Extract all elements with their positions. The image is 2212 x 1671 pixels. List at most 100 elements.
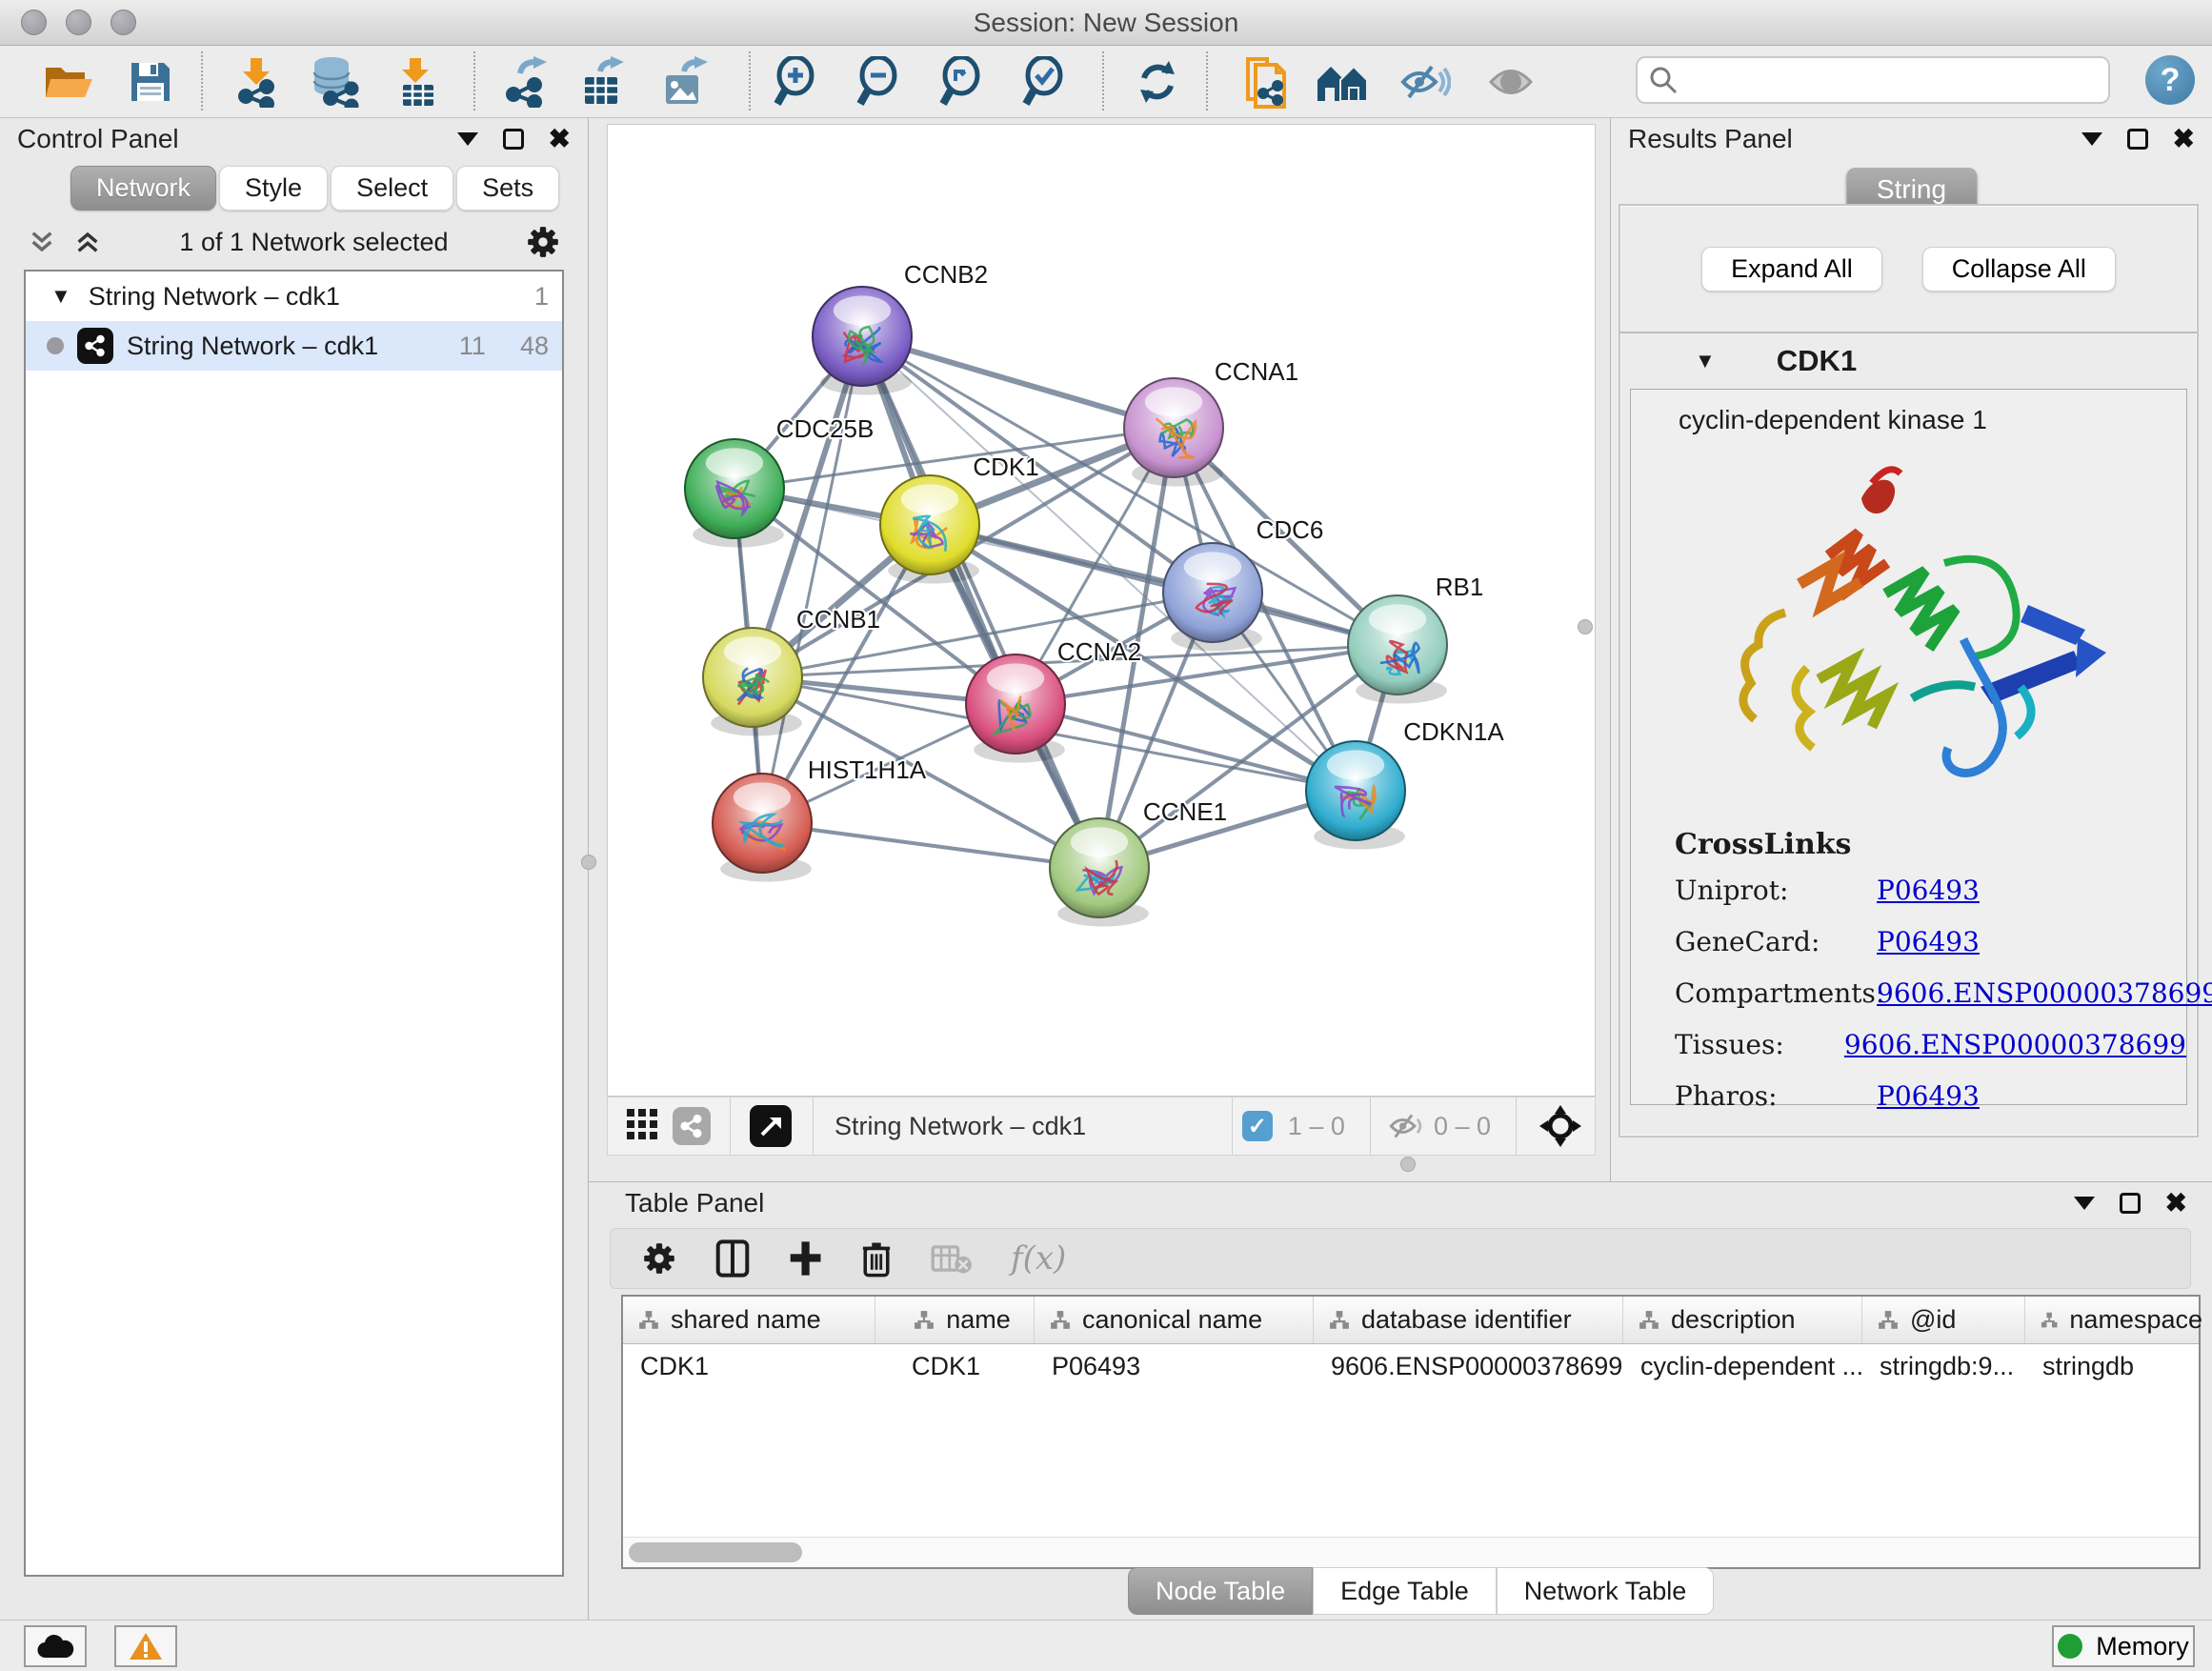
results-panel-title: Results Panel bbox=[1628, 124, 1793, 154]
window-minimize-button[interactable] bbox=[66, 10, 91, 35]
network-node-HIST1H1A[interactable]: HIST1H1A bbox=[713, 755, 927, 882]
memory-button[interactable]: Memory bbox=[2052, 1625, 2195, 1667]
expand-all-button[interactable]: Expand All bbox=[1701, 247, 1882, 292]
import-network-database-button[interactable] bbox=[309, 55, 362, 109]
zoom-selected-button[interactable] bbox=[1018, 55, 1072, 109]
control-panel-float-icon[interactable] bbox=[503, 129, 524, 150]
birds-eye-view-icon[interactable] bbox=[750, 1105, 792, 1147]
window-maximize-button[interactable] bbox=[111, 10, 136, 35]
warnings-button[interactable] bbox=[114, 1625, 177, 1667]
network-edge[interactable] bbox=[1016, 704, 1356, 791]
selected-checkbox-icon[interactable]: ✓ bbox=[1242, 1111, 1273, 1141]
export-table-button[interactable] bbox=[575, 55, 629, 109]
column-header-canonical-name[interactable]: canonical name bbox=[1035, 1297, 1314, 1343]
network-node-CCNA1[interactable]: CCNA1 bbox=[1124, 357, 1298, 487]
tab-node-table[interactable]: Node Table bbox=[1128, 1567, 1313, 1615]
network-node-CDC25B[interactable]: CDC25B bbox=[685, 414, 874, 548]
pan-crosshair-icon[interactable] bbox=[1539, 1105, 1581, 1147]
scrollbar-thumb[interactable] bbox=[629, 1542, 802, 1562]
network-edge[interactable] bbox=[762, 336, 862, 823]
column-header-description[interactable]: description bbox=[1623, 1297, 1862, 1343]
gene-collapse-icon[interactable]: ▼ bbox=[1695, 349, 1716, 373]
table-panel-close-icon[interactable]: ✖ bbox=[2165, 1190, 2187, 1217]
collapse-all-icon[interactable] bbox=[27, 227, 57, 257]
network-node-CDKN1A[interactable]: CDKN1A bbox=[1306, 717, 1504, 850]
expand-all-icon[interactable] bbox=[72, 227, 103, 257]
collapse-all-button[interactable]: Collapse All bbox=[1922, 247, 2116, 292]
tab-sets[interactable]: Sets bbox=[456, 166, 559, 211]
tab-style[interactable]: Style bbox=[219, 166, 328, 211]
results-panel-close-icon[interactable]: ✖ bbox=[2173, 126, 2195, 152]
add-column-icon[interactable] bbox=[788, 1239, 822, 1278]
string-tab-icon[interactable] bbox=[673, 1107, 711, 1145]
right-splitter-handle[interactable] bbox=[1578, 619, 1593, 634]
table-horizontal-scrollbar[interactable] bbox=[623, 1537, 2199, 1567]
column-header-name[interactable]: name bbox=[875, 1297, 1035, 1343]
node-label-CDKN1A: CDKN1A bbox=[1403, 717, 1504, 746]
help-button[interactable]: ? bbox=[2145, 55, 2195, 105]
network-node-CCNB2[interactable]: CCNB2 bbox=[813, 260, 988, 395]
compartments-link[interactable]: 9606.ENSP00000378699 bbox=[1877, 977, 2212, 1009]
control-panel-menu-icon[interactable] bbox=[457, 132, 478, 146]
export-network-button[interactable] bbox=[498, 55, 552, 109]
database-icon bbox=[311, 56, 360, 108]
gear-icon[interactable] bbox=[525, 224, 561, 260]
control-panel-close-icon[interactable]: ✖ bbox=[549, 126, 571, 152]
genecard-link[interactable]: P06493 bbox=[1877, 926, 1980, 957]
open-session-button[interactable] bbox=[41, 55, 94, 109]
table-panel-float-icon[interactable] bbox=[2120, 1193, 2141, 1214]
cloud-button[interactable] bbox=[24, 1625, 87, 1667]
import-network-file-button[interactable] bbox=[231, 55, 284, 109]
column-header-id[interactable]: @id bbox=[1862, 1297, 2025, 1343]
tissues-link[interactable]: 9606.ENSP00000378699 bbox=[1844, 1029, 2186, 1060]
collection-label: String Network – cdk1 bbox=[89, 282, 340, 312]
zoom-fit-button[interactable] bbox=[935, 55, 989, 109]
import-table-file-button[interactable] bbox=[391, 55, 444, 109]
network-node-CDK1[interactable]: CDK1 bbox=[880, 453, 1039, 584]
new-network-from-selection-button[interactable] bbox=[1238, 55, 1292, 109]
zoom-out-button[interactable] bbox=[853, 55, 906, 109]
delete-column-icon[interactable] bbox=[860, 1239, 893, 1278]
window-close-button[interactable] bbox=[21, 10, 47, 35]
table-panel-menu-icon[interactable] bbox=[2074, 1197, 2095, 1210]
table-settings-gear-icon[interactable] bbox=[641, 1240, 677, 1277]
grid-view-icon[interactable] bbox=[625, 1107, 659, 1146]
tab-select[interactable]: Select bbox=[331, 166, 453, 211]
save-session-button[interactable] bbox=[124, 55, 177, 109]
network-row-selected[interactable]: String Network – cdk1 11 48 bbox=[26, 321, 562, 371]
column-header-namespace[interactable]: namespace bbox=[2025, 1297, 2202, 1343]
network-node-RB1[interactable]: RB1 bbox=[1348, 573, 1483, 704]
results-panel-float-icon[interactable] bbox=[2127, 129, 2148, 150]
tab-edge-table[interactable]: Edge Table bbox=[1313, 1567, 1497, 1615]
pharos-link[interactable]: P06493 bbox=[1877, 1080, 1980, 1112]
network-node-CCNB1[interactable]: CCNB1 bbox=[703, 605, 880, 736]
network-canvas[interactable]: CCNB2CCNA1CDC25BCDK1CDC6RB1CCNB1CCNA2CDK… bbox=[607, 124, 1596, 1097]
results-panel-menu-icon[interactable] bbox=[2081, 132, 2102, 146]
network-collection-row[interactable]: ▼ String Network – cdk1 1 bbox=[26, 272, 562, 321]
show-columns-icon[interactable] bbox=[715, 1239, 750, 1278]
export-image-button[interactable] bbox=[658, 55, 712, 109]
left-splitter-handle[interactable] bbox=[581, 855, 596, 870]
column-header-shared-name[interactable]: shared name bbox=[623, 1297, 875, 1343]
zoom-in-button[interactable] bbox=[770, 55, 823, 109]
uniprot-link[interactable]: P06493 bbox=[1877, 875, 1980, 906]
network-edge[interactable] bbox=[862, 336, 1099, 868]
tab-network[interactable]: Network bbox=[70, 166, 216, 211]
refresh-icon bbox=[1135, 59, 1180, 105]
table-row[interactable]: CDK1 CDK1 P06493 9606.ENSP00000378699 cy… bbox=[623, 1344, 2199, 1388]
node-label-CDC25B: CDC25B bbox=[776, 414, 875, 443]
show-all-button[interactable] bbox=[1484, 55, 1538, 109]
refresh-view-button[interactable] bbox=[1131, 55, 1184, 109]
search-input[interactable] bbox=[1687, 66, 2097, 95]
gene-section-header[interactable]: ▼ CDK1 bbox=[1620, 333, 2197, 389]
network-view-title: String Network – cdk1 bbox=[835, 1112, 1086, 1141]
first-neighbors-button[interactable] bbox=[1316, 55, 1369, 109]
hide-selected-button[interactable] bbox=[1398, 55, 1452, 109]
horizontal-splitter-handle[interactable] bbox=[1400, 1157, 1416, 1172]
network-edge[interactable] bbox=[762, 823, 1099, 868]
tab-network-table[interactable]: Network Table bbox=[1497, 1567, 1715, 1615]
collection-expand-icon[interactable]: ▼ bbox=[50, 284, 71, 309]
crosslink-label: Uniprot: bbox=[1675, 875, 1877, 906]
network-node-CDC6[interactable]: CDC6 bbox=[1163, 515, 1323, 652]
column-header-database-identifier[interactable]: database identifier bbox=[1314, 1297, 1623, 1343]
